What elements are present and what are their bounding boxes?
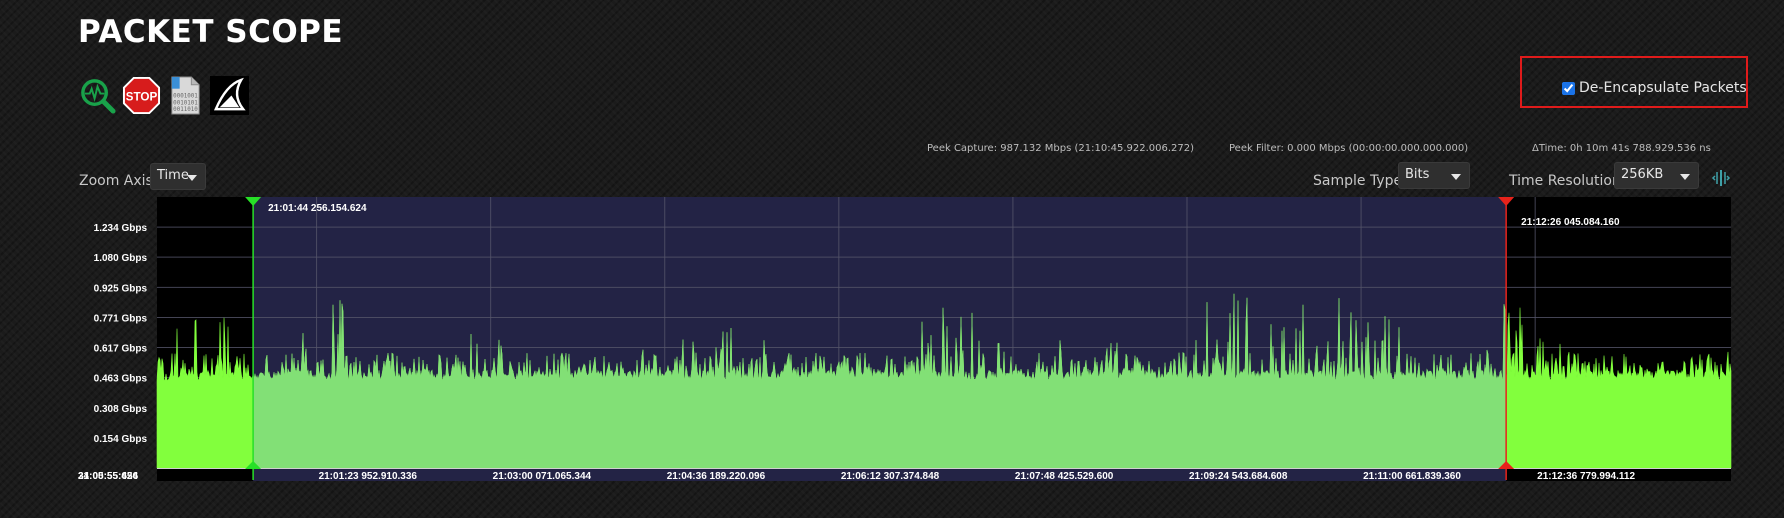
binary-line-2: 0010101 [173,100,198,106]
packet-rate-chart[interactable]: 1.234 Gbps 1.080 Gbps 0.925 Gbps 0.771 Gbps… [78,196,1732,486]
binary-file-button[interactable]: 0001001 0010101 0011010 [166,76,205,115]
x-tick-label: 21:12:36 779.994.112 [1537,471,1635,482]
chevron-down-icon [187,175,197,181]
y-tick-label: 0.771 Gbps [94,313,148,324]
stop-sign-icon: STOP [122,76,161,115]
sample-type-select[interactable]: Bits [1398,162,1470,189]
x-tick-label: 21:03:00 071.065.344 [493,471,592,482]
binary-file-icon: 0001001 0010101 0011010 [171,76,200,115]
analyze-button[interactable] [78,76,117,115]
stop-label: STOP [126,90,158,103]
decap-label: De-Encapsulate Packets [1579,80,1747,96]
peek-filter-stat: Peek Filter: 0.000 Mbps (00:00:00.000.00… [1229,143,1469,154]
wireshark-button[interactable] [210,76,249,115]
y-tick-label: 1.080 Gbps [94,253,148,264]
y-tick-label: 0.617 Gbps [94,344,148,355]
y-tick-label: 0.925 Gbps [94,283,148,294]
shark-fin-icon [210,76,249,115]
binary-line-1: 0001001 [173,93,198,99]
delta-time-stat: ΔTime: 0h 10m 41s 788.929.536 ns [1532,143,1711,154]
x-tick-label: 21:09:24 543.684.608 [1189,471,1288,482]
sample-type-label: Sample Type [1313,173,1403,189]
start-marker-label: 21:01:44 256.154.624 [268,203,367,214]
split-arrows-icon [1711,170,1731,186]
magnifier-pulse-icon [81,79,116,114]
sample-type-value: Bits [1405,167,1430,182]
binary-line-3: 0011010 [173,107,198,113]
zoom-axis-label: Zoom Axis [79,173,153,189]
x-tick-label: 21:06:12 307.374.848 [841,471,940,482]
end-marker-label: 21:12:26 045.084.160 [1521,217,1620,228]
zoom-axis-select[interactable]: Time [150,163,206,190]
y-tick-label: 0.308 Gbps [94,404,148,415]
app-title: PACKET SCOPE [78,14,344,50]
x-tick-label: 21:00:55:456 [78,471,138,482]
x-tick-label: 21:04:36 189.220.096 [667,471,766,482]
y-tick-label: 0.463 Gbps [94,374,148,385]
decap-option-box: De-Encapsulate Packets [1520,56,1748,108]
chevron-down-icon [1451,174,1461,180]
chevron-down-icon [1680,174,1690,180]
y-tick-label: 1.234 Gbps [94,223,148,234]
y-tick-label: 0.154 Gbps [94,434,148,445]
zoom-fit-button[interactable] [1711,168,1731,188]
peek-capture-stat: Peek Capture: 987.132 Mbps (21:10:45.922… [927,143,1195,154]
toolbar: STOP 0001001 0010101 0011010 [78,76,249,115]
stop-button[interactable]: STOP [122,76,161,115]
time-resolution-value: 256KB [1621,167,1664,182]
time-resolution-select[interactable]: 256KB [1614,162,1699,189]
time-resolution-label: Time Resolution [1509,173,1621,189]
decap-option[interactable]: De-Encapsulate Packets [1562,80,1747,96]
x-tick-label: 21:01:23 952.910.336 [319,471,418,482]
x-tick-label: 21:07:48 425.529.600 [1015,471,1114,482]
decap-checkbox[interactable] [1562,81,1575,95]
x-tick-label: 21:11:00 661.839.360 [1363,471,1461,482]
zoom-axis-value: Time [157,168,189,183]
